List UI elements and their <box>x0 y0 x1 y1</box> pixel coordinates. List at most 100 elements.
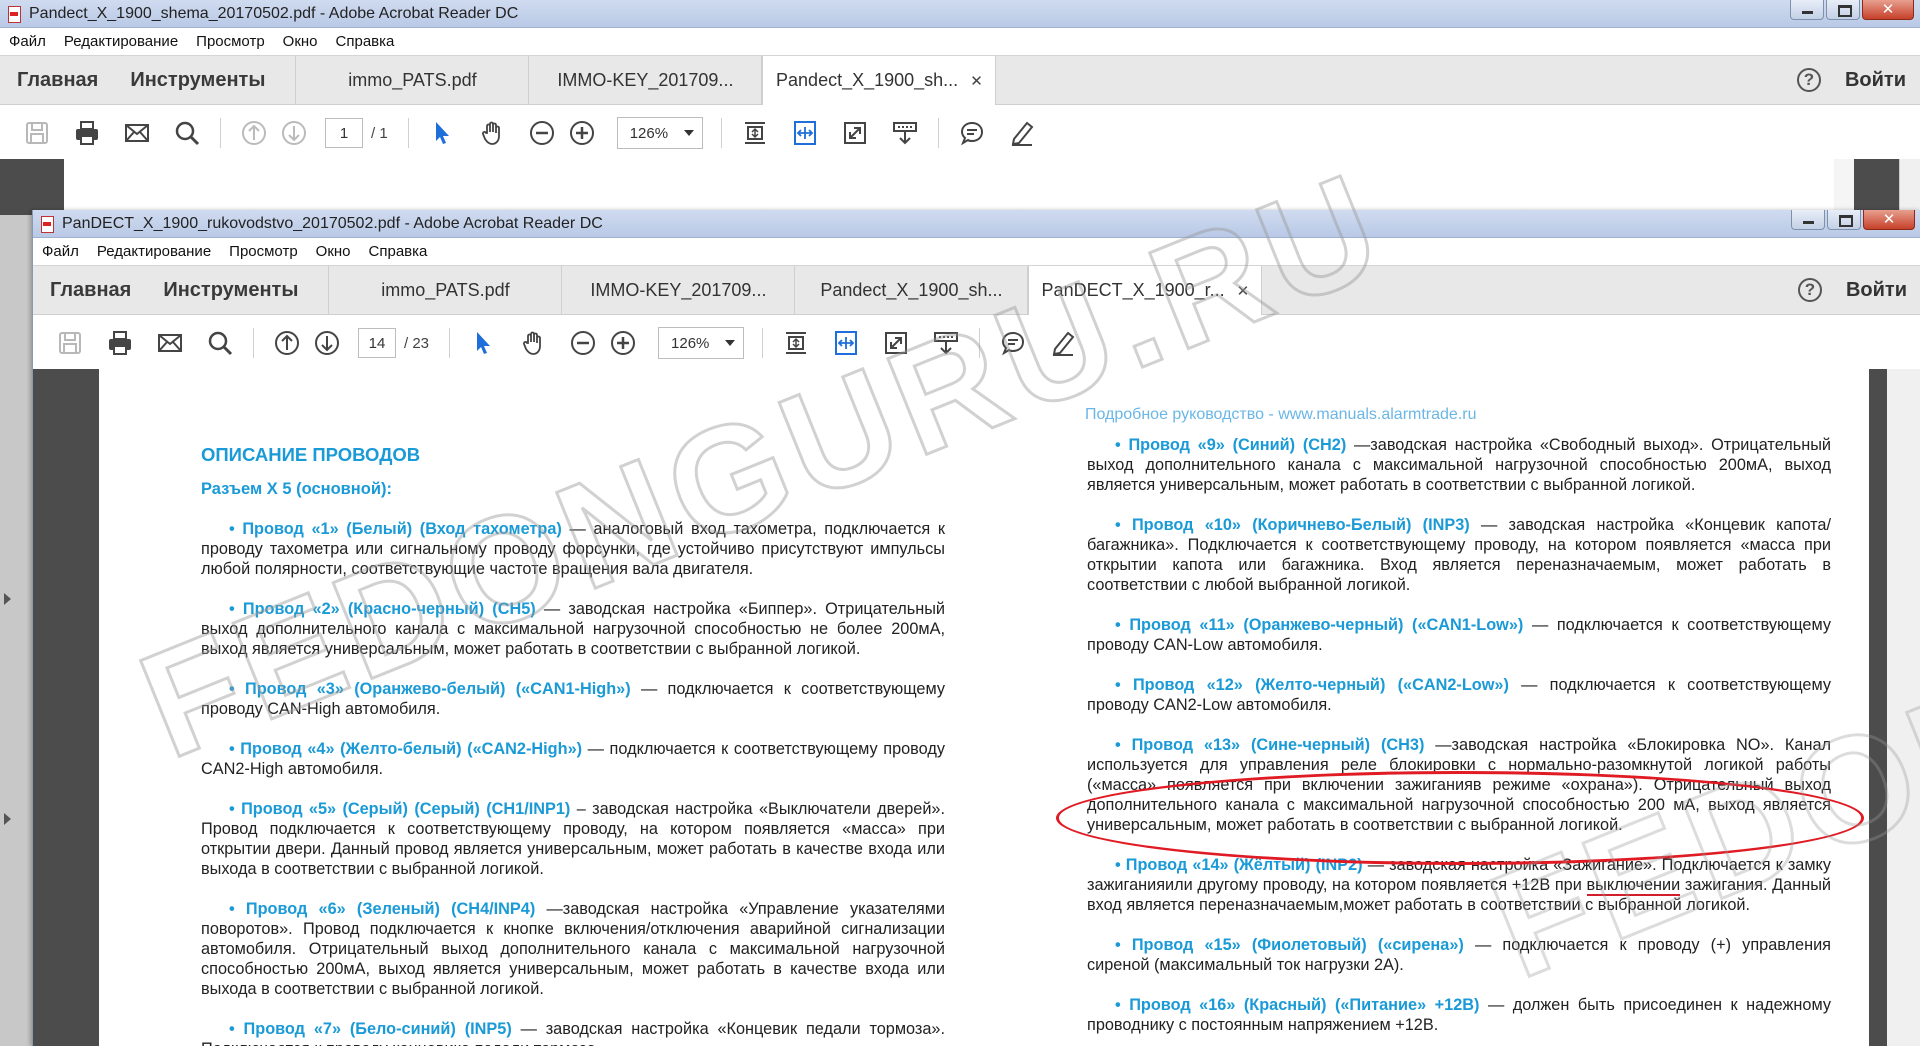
comment-icon[interactable] <box>998 328 1028 358</box>
tab-document[interactable]: immo_PATS.pdf <box>329 266 563 314</box>
title-bar[interactable]: PanDECT_X_1900_rukovodstvo_20170502.pdf … <box>33 210 1920 238</box>
save-icon[interactable] <box>22 118 52 148</box>
menu-window[interactable]: Окно <box>307 243 360 260</box>
close-window-button[interactable] <box>1862 0 1914 20</box>
print-icon[interactable] <box>72 118 102 148</box>
menu-view[interactable]: Просмотр <box>187 33 274 50</box>
menu-view[interactable]: Просмотр <box>220 243 307 260</box>
toolbar: 14 / 23 126% <box>33 315 1920 372</box>
document-area[interactable]: Подробное руководство - www.manuals.alar… <box>33 369 1920 1046</box>
help-icon[interactable]: ? <box>1797 278 1822 302</box>
zoom-select[interactable]: 126% <box>616 117 703 149</box>
scrollbar[interactable] <box>1887 369 1920 1046</box>
close-window-button[interactable] <box>1863 210 1915 230</box>
search-icon[interactable] <box>172 118 202 148</box>
scroll-mode-icon[interactable] <box>890 118 920 148</box>
menu-edit[interactable]: Редактирование <box>88 243 220 260</box>
zoom-in-icon[interactable] <box>608 328 638 358</box>
maximize-button[interactable] <box>1827 210 1861 230</box>
prev-page-icon[interactable] <box>239 118 269 148</box>
pen-icon[interactable] <box>1007 118 1037 148</box>
document-page <box>64 159 1834 215</box>
tab-document[interactable]: IMMO-KEY_201709... <box>529 56 763 104</box>
expand-arrow-icon[interactable] <box>4 813 11 825</box>
wire-paragraph: • Провод «3» (Оранжево-белый) («CAN1-Hig… <box>201 680 945 718</box>
tab-document[interactable]: immo_PATS.pdf <box>296 56 530 104</box>
maximize-button[interactable] <box>1826 0 1860 20</box>
nav-home[interactable]: Главная <box>33 266 147 314</box>
menu-edit[interactable]: Редактирование <box>55 33 187 50</box>
save-icon[interactable] <box>55 328 85 358</box>
next-page-icon[interactable] <box>279 118 309 148</box>
nav-tools[interactable]: Инструменты <box>147 266 314 314</box>
menu-file[interactable]: Файл <box>0 33 55 50</box>
expand-arrow-icon[interactable] <box>4 593 11 605</box>
fit-width-icon[interactable] <box>831 328 861 358</box>
menu-file[interactable]: Файл <box>33 243 88 260</box>
minimize-button[interactable] <box>1790 0 1824 20</box>
minimize-button[interactable] <box>1791 210 1825 230</box>
pen-icon[interactable] <box>1048 328 1078 358</box>
title-bar[interactable]: Pandect_X_1900_shema_20170502.pdf - Adob… <box>0 0 1920 28</box>
select-cursor-icon[interactable] <box>468 328 498 358</box>
tab-document[interactable]: IMMO-KEY_201709... <box>562 266 796 314</box>
zoom-out-icon[interactable] <box>568 328 598 358</box>
signin-button[interactable]: Войти <box>1846 279 1907 302</box>
wire-paragraph: • Провод «11» (Оранжево-черный) («CAN1-L… <box>1087 616 1831 654</box>
running-head: Подробное руководство - www.manuals.alar… <box>1085 406 1477 423</box>
page-number-input[interactable]: 14 <box>358 328 396 358</box>
close-tab-icon[interactable]: ✕ <box>970 72 983 90</box>
menu-window[interactable]: Окно <box>274 33 327 50</box>
tab-document[interactable]: Pandect_X_1900_sh... <box>795 266 1029 314</box>
zoom-value: 126% <box>629 124 669 142</box>
fit-width-icon[interactable] <box>790 118 820 148</box>
close-tab-icon[interactable]: ✕ <box>1237 282 1250 300</box>
nav-pane-strip[interactable] <box>0 215 32 1046</box>
toolbar: 1 / 1 126% <box>0 105 1920 162</box>
chevron-down-icon <box>683 130 694 136</box>
wire-paragraph: • Провод «15» (Фиолетовый) («сирена») — … <box>1087 936 1831 974</box>
email-icon[interactable] <box>155 328 185 358</box>
wire-paragraph: • Провод «16» (Красный) («Питание» +12В)… <box>1087 996 1831 1034</box>
print-icon[interactable] <box>105 328 135 358</box>
wire-paragraph: • Провод «1» (Белый) (Вход тахометра) — … <box>201 520 945 578</box>
zoom-select[interactable]: 126% <box>658 327 745 359</box>
menu-help[interactable]: Справка <box>360 243 437 260</box>
email-icon[interactable] <box>122 118 152 148</box>
page-number-input[interactable]: 1 <box>325 118 363 148</box>
nav-home[interactable]: Главная <box>0 56 114 104</box>
signin-button[interactable]: Войти <box>1845 69 1906 92</box>
search-icon[interactable] <box>205 328 235 358</box>
fullscreen-icon[interactable] <box>881 328 911 358</box>
fit-page-icon[interactable] <box>740 118 770 148</box>
pdf-file-icon <box>7 5 21 23</box>
zoom-in-icon[interactable] <box>567 118 597 148</box>
fullscreen-icon[interactable] <box>840 118 870 148</box>
comment-icon[interactable] <box>957 118 987 148</box>
menu-help[interactable]: Справка <box>327 33 404 50</box>
zoom-value: 126% <box>671 334 710 352</box>
tab-document-active[interactable]: PanDECT_X_1900_r... ✕ <box>1028 266 1263 315</box>
scrollbar[interactable] <box>1899 159 1920 215</box>
left-column: ОПИСАНИЕ ПРОВОДОВ Разъем X 5 (основной):… <box>201 445 945 1046</box>
acrobat-window-back: Pandect_X_1900_shema_20170502.pdf - Adob… <box>0 0 1920 215</box>
page-total: / 23 <box>404 334 430 352</box>
next-page-icon[interactable] <box>312 328 342 358</box>
menu-bar: Файл Редактирование Просмотр Окно Справк… <box>33 238 1920 265</box>
scroll-mode-icon[interactable] <box>931 328 961 358</box>
prev-page-icon[interactable] <box>272 328 302 358</box>
zoom-out-icon[interactable] <box>527 118 557 148</box>
nav-tools[interactable]: Инструменты <box>114 56 281 104</box>
tab-document-active[interactable]: Pandect_X_1900_sh... ✕ <box>762 56 997 105</box>
wire-paragraph: • Провод «12» (Желто-черный) («CAN2-Low»… <box>1087 676 1831 714</box>
help-icon[interactable]: ? <box>1796 68 1821 92</box>
wire-paragraph: • Провод «13» (Сине-черный) (CH3) —завод… <box>1087 736 1832 834</box>
fit-page-icon[interactable] <box>781 328 811 358</box>
hand-tool-icon[interactable] <box>477 118 507 148</box>
document-area[interactable] <box>0 159 1920 215</box>
pdf-file-icon <box>40 215 54 233</box>
wire-paragraph: • Провод «5» (Серый) (Серый) (CH1/INP1) … <box>201 800 945 878</box>
tab-bar: Главная Инструменты immo_PATS.pdf IMMO-K… <box>0 55 1920 105</box>
select-cursor-icon[interactable] <box>427 118 457 148</box>
hand-tool-icon[interactable] <box>518 328 548 358</box>
